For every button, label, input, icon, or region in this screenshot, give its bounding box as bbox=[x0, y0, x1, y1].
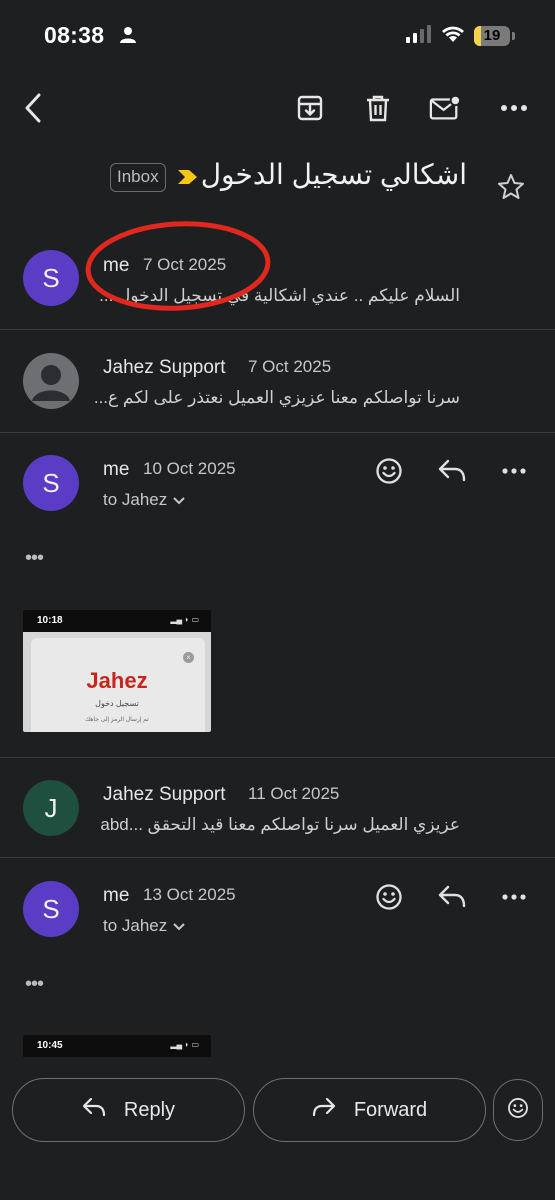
thumbnail-status-bar: 10:18 ▂▄ ◗ ▭ bbox=[23, 610, 211, 632]
wifi-icon bbox=[441, 25, 465, 48]
close-icon: × bbox=[183, 652, 194, 663]
show-trimmed-content[interactable]: ••• bbox=[25, 973, 44, 996]
message-snippet: عزيزي العميل سرنا تواصلكم معنا قيد التحق… bbox=[100, 815, 460, 834]
battery-icon: 19 bbox=[474, 26, 510, 46]
message-date: 11 Oct 2025 bbox=[248, 784, 340, 803]
person-icon bbox=[119, 26, 137, 49]
subject-row: اشكالي تسجيل الدخول bbox=[0, 148, 555, 218]
reply-icon[interactable] bbox=[435, 454, 469, 488]
emoji-icon bbox=[507, 1097, 529, 1124]
reply-label: Reply bbox=[123, 1098, 176, 1121]
recipient-line[interactable]: to Jahez bbox=[103, 916, 185, 936]
sender-name: me bbox=[103, 885, 130, 906]
message-item[interactable]: Jahez Support 7 Oct 2025 سرنا تواصلكم مع… bbox=[0, 330, 555, 432]
thumbnail-indicators: ▂▄ ◗ ▭ bbox=[170, 615, 199, 624]
toolbar bbox=[0, 80, 555, 136]
sender-name: me bbox=[103, 459, 130, 480]
thumbnail-indicators: ▂▄ ◗ ▭ bbox=[170, 1040, 199, 1049]
message-date: 10 Oct 2025 bbox=[143, 459, 236, 478]
chevron-down-icon bbox=[173, 490, 185, 510]
signal-icon bbox=[406, 24, 432, 48]
thumbnail-caption: تم إرسال الرمز إلى جاهك bbox=[85, 717, 149, 723]
recipient-line[interactable]: to Jahez bbox=[103, 490, 185, 510]
back-arrow-icon[interactable] bbox=[17, 92, 49, 124]
default-avatar-icon bbox=[23, 353, 79, 409]
emoji-reaction-button[interactable] bbox=[493, 1079, 543, 1141]
battery-tip bbox=[512, 32, 515, 40]
forward-button[interactable]: Forward bbox=[253, 1078, 486, 1142]
reply-icon[interactable] bbox=[435, 880, 469, 914]
avatar: S bbox=[23, 250, 79, 306]
message-date: 13 Oct 2025 bbox=[143, 885, 236, 904]
jahez-logo: Jahez bbox=[86, 668, 148, 693]
reply-icon bbox=[82, 1097, 106, 1123]
more-icon[interactable] bbox=[497, 880, 531, 914]
image-attachment[interactable]: 10:18 ▂▄ ◗ ▭ × Jahez تسجيل دخول تم إرسال… bbox=[23, 610, 211, 732]
inbox-label[interactable]: Inbox bbox=[110, 163, 166, 192]
important-label-icon bbox=[176, 168, 200, 191]
avatar: S bbox=[23, 881, 79, 937]
thumbnail-heading: تسجيل دخول bbox=[95, 699, 139, 708]
message-snippet: سرنا تواصلكم معنا عزيزي العميل نعتذر على… bbox=[93, 388, 460, 407]
status-time: 08:38 bbox=[44, 22, 105, 48]
forward-icon bbox=[312, 1097, 336, 1123]
more-icon[interactable] bbox=[498, 92, 530, 124]
image-attachment[interactable]: 10:45 ▂▄ ◗ ▭ bbox=[23, 1035, 211, 1069]
archive-icon[interactable] bbox=[294, 92, 326, 124]
sender-name: Jahez Support bbox=[103, 357, 226, 378]
thumbnail-status-bar: 10:45 ▂▄ ◗ ▭ bbox=[23, 1035, 211, 1057]
reply-button[interactable]: Reply bbox=[12, 1078, 245, 1142]
thumbnail-time: 10:45 bbox=[37, 1040, 63, 1051]
chevron-down-icon bbox=[173, 916, 185, 936]
message-expanded: S me 10 Oct 2025 to Jahez ••• 10:18 ▂▄ ◗… bbox=[0, 433, 555, 757]
status-bar: 08:38 19 bbox=[0, 0, 555, 74]
thumbnail-body: × Jahez تسجيل دخول تم إرسال الرمز إلى جا… bbox=[23, 632, 211, 732]
forward-label: Forward bbox=[353, 1098, 428, 1121]
email-subject: اشكالي تسجيل الدخول bbox=[200, 159, 467, 190]
avatar: S bbox=[23, 455, 79, 511]
red-circle-annotation bbox=[85, 221, 271, 311]
thumbnail-time: 10:18 bbox=[37, 615, 63, 626]
status-indicators: 19 bbox=[406, 24, 515, 48]
recipient-text: to Jahez bbox=[103, 916, 168, 935]
mark-unread-icon[interactable] bbox=[429, 92, 461, 124]
emoji-reaction-icon[interactable] bbox=[372, 454, 406, 488]
trash-icon[interactable] bbox=[362, 92, 394, 124]
message-expanded: S me 13 Oct 2025 to Jahez ••• 10:45 ▂▄ ◗… bbox=[0, 858, 555, 1068]
message-item[interactable]: J Jahez Support 11 Oct 2025 عزيزي العميل… bbox=[0, 758, 555, 858]
more-icon[interactable] bbox=[497, 454, 531, 488]
recipient-text: to Jahez bbox=[103, 490, 168, 509]
bottom-action-bar: Reply Forward bbox=[0, 1066, 555, 1200]
show-trimmed-content[interactable]: ••• bbox=[25, 547, 44, 570]
emoji-reaction-icon[interactable] bbox=[372, 880, 406, 914]
star-icon[interactable] bbox=[496, 172, 526, 207]
sender-name: Jahez Support bbox=[103, 784, 226, 805]
message-date: 7 Oct 2025 bbox=[248, 357, 332, 376]
avatar: J bbox=[23, 780, 79, 836]
battery-level: 19 bbox=[483, 27, 501, 44]
